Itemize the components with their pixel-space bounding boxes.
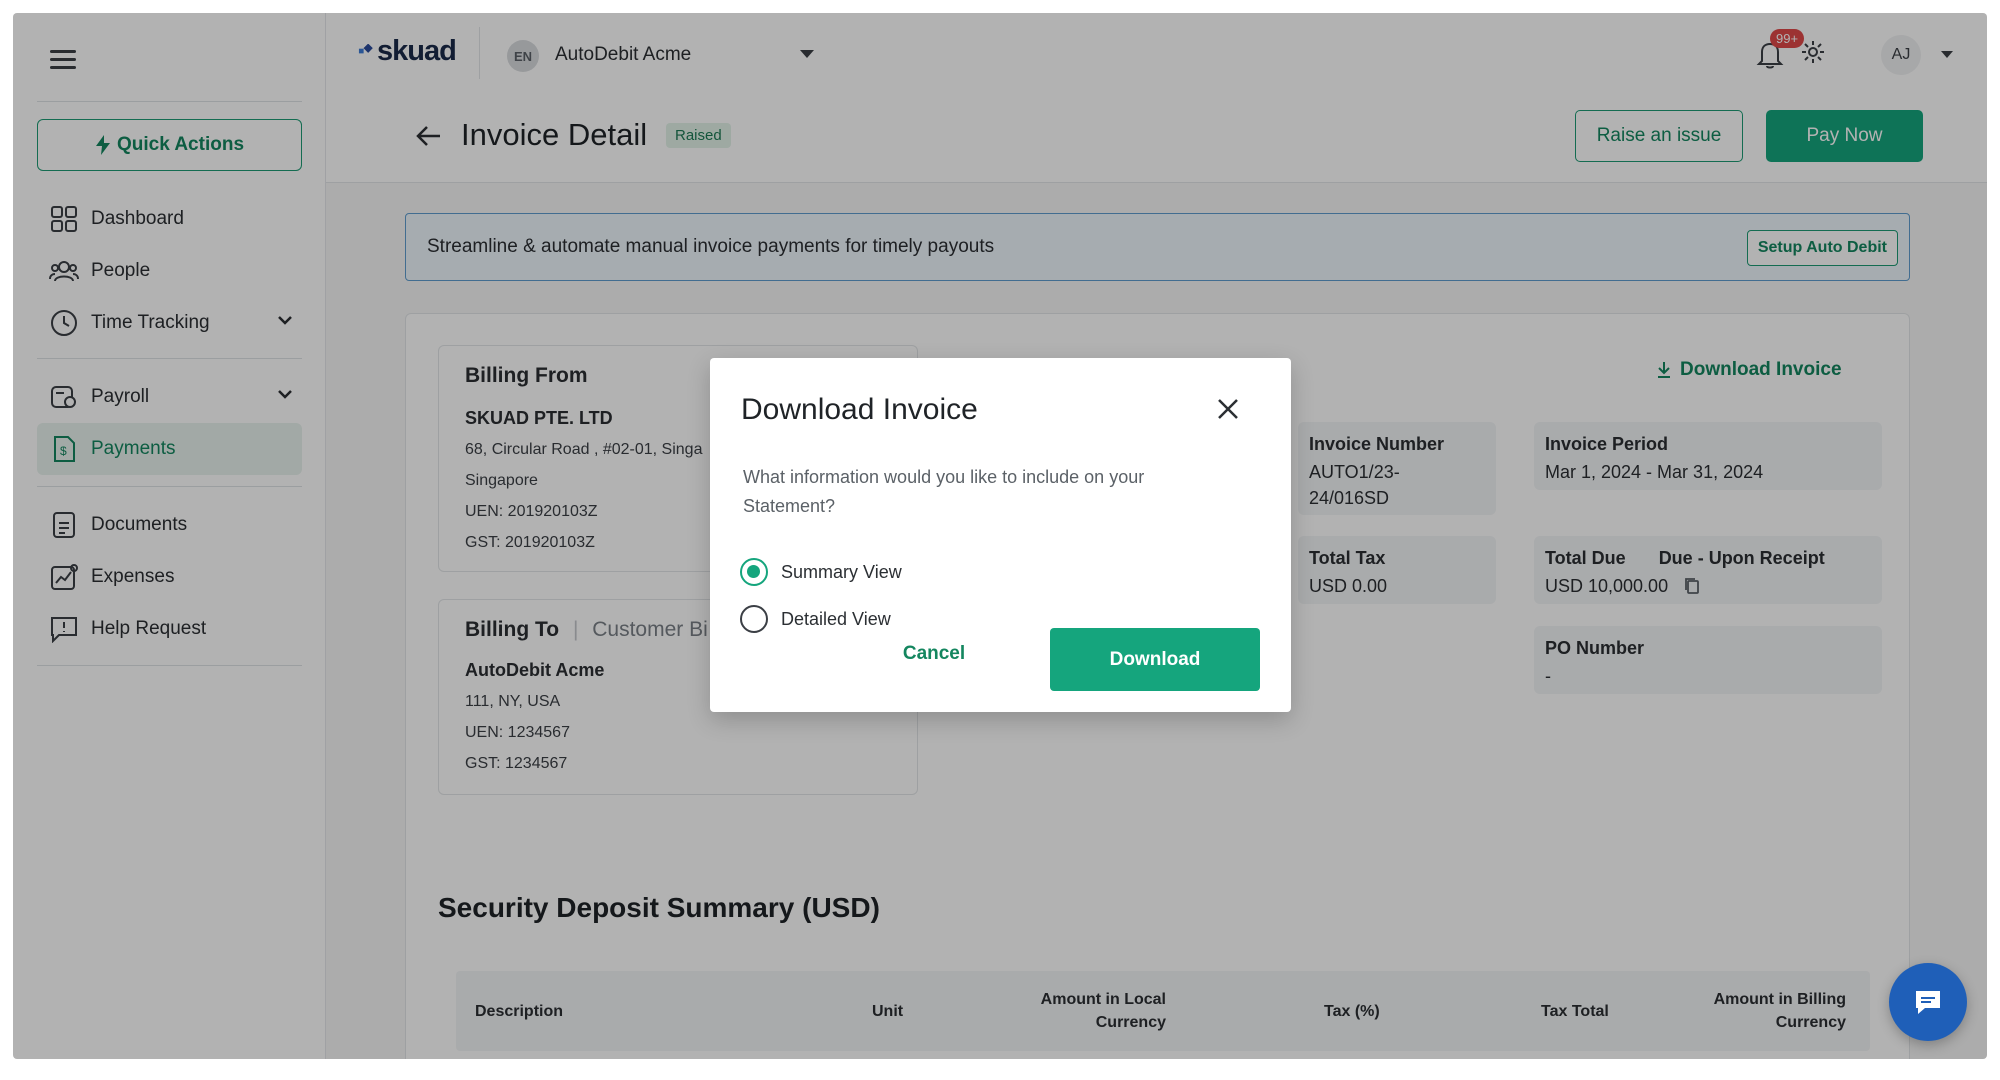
download-invoice-modal: Download Invoice What information would … xyxy=(710,358,1291,712)
app-frame: Quick Actions Dashboard People Time Trac… xyxy=(13,13,1987,1059)
download-button[interactable]: Download xyxy=(1050,628,1260,691)
chat-icon xyxy=(1916,991,1940,1014)
modal-question: What information would you like to inclu… xyxy=(743,467,1145,516)
summary-view-option[interactable]: Summary View xyxy=(740,558,902,586)
summary-view-radio[interactable] xyxy=(740,558,768,586)
summary-view-label: Summary View xyxy=(781,561,902,582)
cancel-button[interactable]: Cancel xyxy=(878,634,990,674)
chat-button[interactable] xyxy=(1889,963,1967,1041)
detailed-view-option[interactable]: Detailed View xyxy=(740,605,891,633)
detailed-view-label: Detailed View xyxy=(781,608,891,629)
detailed-view-radio[interactable] xyxy=(740,605,768,633)
close-icon[interactable] xyxy=(1217,398,1239,420)
modal-title: Download Invoice xyxy=(741,393,978,426)
